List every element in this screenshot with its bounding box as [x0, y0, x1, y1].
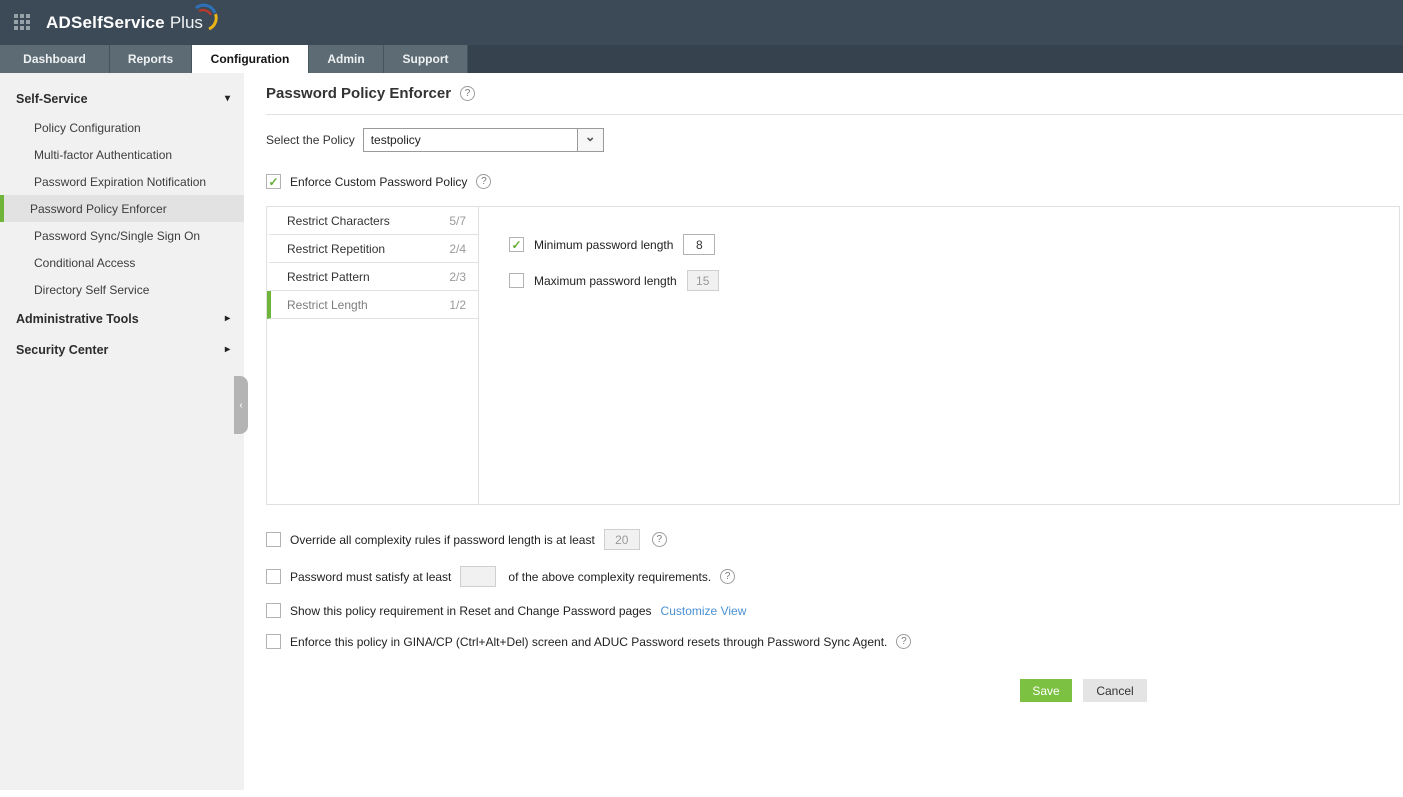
maximum-length-input[interactable]	[687, 270, 719, 291]
help-icon[interactable]: ?	[896, 634, 911, 649]
sidebar-item-multi-factor-authentication[interactable]: Multi-factor Authentication	[0, 141, 244, 168]
check-icon: ✓	[511, 239, 521, 251]
tab-dashboard[interactable]: Dashboard	[0, 45, 110, 73]
enforce-custom-policy-label: Enforce Custom Password Policy	[290, 175, 467, 189]
sidebar-section-self-service[interactable]: Self-Service ▾	[0, 83, 244, 114]
rule-tab-label: Restrict Characters	[287, 214, 390, 228]
sidebar-item-conditional-access[interactable]: Conditional Access	[0, 249, 244, 276]
rule-tab-count: 1/2	[449, 298, 466, 312]
tab-admin[interactable]: Admin	[309, 45, 384, 73]
logo-swirl-icon	[189, 2, 219, 32]
maximum-length-label: Maximum password length	[534, 274, 677, 288]
minimum-length-checkbox[interactable]: ✓	[509, 237, 524, 252]
rule-tab-label: Restrict Length	[287, 298, 368, 312]
customize-view-link[interactable]: Customize View	[661, 604, 747, 618]
app-window: ADSelfService Plus Dashboard Reports Con…	[0, 0, 1403, 797]
override-complexity-checkbox[interactable]	[266, 532, 281, 547]
help-icon[interactable]: ?	[720, 569, 735, 584]
maximum-length-checkbox[interactable]	[509, 273, 524, 288]
caret-right-icon: ▸	[225, 344, 230, 355]
sidebar-item-password-sync-single-sign-on[interactable]: Password Sync/Single Sign On	[0, 222, 244, 249]
rule-tab-count: 2/3	[449, 270, 466, 284]
sidebar-item-directory-self-service[interactable]: Directory Self Service	[0, 276, 244, 303]
rule-tab-restrict-repetition[interactable]: Restrict Repetition 2/4	[267, 235, 478, 263]
override-complexity-label: Override all complexity rules if passwor…	[290, 533, 595, 547]
rule-tab-list: Restrict Characters 5/7 Restrict Repetit…	[267, 207, 479, 504]
sidebar: Self-Service ▾ Policy Configuration Mult…	[0, 73, 244, 797]
collapse-chevron-icon: ‹	[239, 400, 242, 411]
rule-tab-count: 5/7	[449, 214, 466, 228]
policy-select-value: testpolicy	[364, 129, 577, 151]
sidebar-item-password-policy-enforcer[interactable]: Password Policy Enforcer	[0, 195, 244, 222]
must-satisfy-label-after: of the above complexity requirements.	[508, 570, 711, 584]
save-button[interactable]: Save	[1020, 679, 1072, 702]
rule-tab-content: ✓ Minimum password length Maximum passwo…	[479, 207, 1399, 504]
logo-text-primary: ADSelfService	[46, 13, 165, 33]
show-requirement-label: Show this policy requirement in Reset an…	[290, 604, 652, 618]
help-icon[interactable]: ?	[652, 532, 667, 547]
rule-tab-restrict-characters[interactable]: Restrict Characters 5/7	[267, 207, 478, 235]
must-satisfy-label-before: Password must satisfy at least	[290, 570, 451, 584]
minimum-length-input[interactable]	[683, 234, 715, 255]
sidebar-section-administrative-tools[interactable]: Administrative Tools ▸	[0, 303, 244, 334]
tab-support[interactable]: Support	[384, 45, 468, 73]
password-rules-panel: Restrict Characters 5/7 Restrict Repetit…	[266, 206, 1400, 505]
sidebar-section-security-center[interactable]: Security Center ▸	[0, 334, 244, 365]
sidebar-collapse-handle[interactable]: ‹	[234, 376, 248, 434]
rule-tab-restrict-pattern[interactable]: Restrict Pattern 2/3	[267, 263, 478, 291]
main-content: Password Policy Enforcer ? Select the Po…	[244, 73, 1403, 797]
caret-right-icon: ▸	[225, 313, 230, 324]
sidebar-section-label: Security Center	[16, 343, 108, 357]
app-logo: ADSelfService Plus	[46, 13, 203, 33]
show-requirement-checkbox[interactable]	[266, 603, 281, 618]
app-header: ADSelfService Plus	[0, 0, 1403, 45]
enforce-custom-policy-checkbox[interactable]: ✓	[266, 174, 281, 189]
override-length-input[interactable]	[604, 529, 640, 550]
rule-tab-count: 2/4	[449, 242, 466, 256]
check-icon: ✓	[268, 176, 278, 188]
policy-select-label: Select the Policy	[266, 133, 355, 147]
rule-tab-restrict-length[interactable]: Restrict Length 1/2	[267, 291, 478, 319]
minimum-length-label: Minimum password length	[534, 238, 673, 252]
apps-grid-icon[interactable]	[14, 14, 31, 31]
primary-nav: Dashboard Reports Configuration Admin Su…	[0, 45, 1403, 73]
policy-select[interactable]: testpolicy ⌄	[363, 128, 604, 152]
sidebar-section-label: Self-Service	[16, 92, 88, 106]
help-icon[interactable]: ?	[460, 86, 475, 101]
caret-down-icon: ▾	[225, 93, 230, 104]
enforce-gina-checkbox[interactable]	[266, 634, 281, 649]
sidebar-item-policy-configuration[interactable]: Policy Configuration	[0, 114, 244, 141]
cancel-button[interactable]: Cancel	[1083, 679, 1147, 702]
chevron-down-icon: ⌄	[577, 129, 603, 151]
must-satisfy-checkbox[interactable]	[266, 569, 281, 584]
enforce-gina-label: Enforce this policy in GINA/CP (Ctrl+Alt…	[290, 635, 887, 649]
must-satisfy-count-input[interactable]	[460, 566, 496, 587]
tab-reports[interactable]: Reports	[110, 45, 192, 73]
sidebar-section-label: Administrative Tools	[16, 312, 139, 326]
tab-configuration[interactable]: Configuration	[192, 45, 309, 73]
rule-tab-label: Restrict Pattern	[287, 270, 370, 284]
rule-tab-label: Restrict Repetition	[287, 242, 385, 256]
page-title: Password Policy Enforcer	[266, 85, 451, 102]
help-icon[interactable]: ?	[476, 174, 491, 189]
sidebar-item-password-expiration-notification[interactable]: Password Expiration Notification	[0, 168, 244, 195]
